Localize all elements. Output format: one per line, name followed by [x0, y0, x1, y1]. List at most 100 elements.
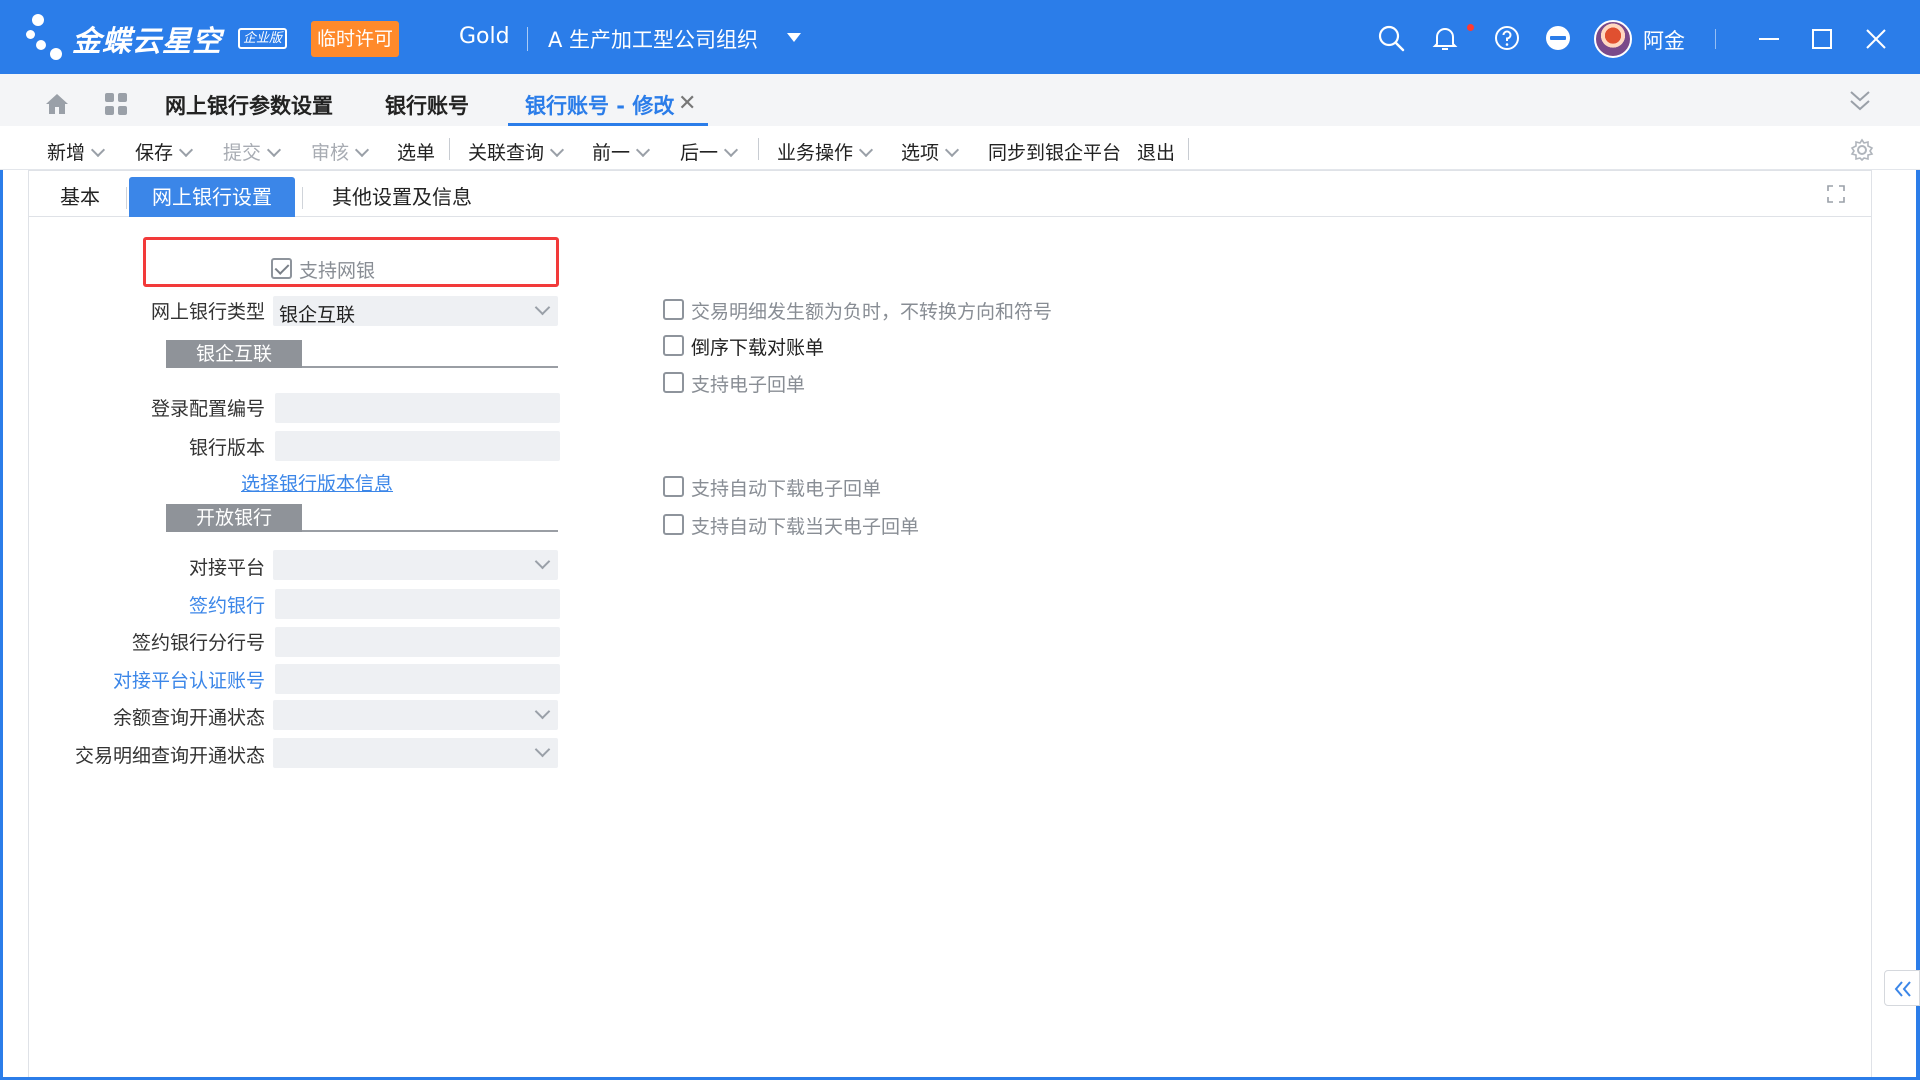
chevron-down-icon[interactable] — [266, 142, 282, 158]
chevron-down-icon[interactable] — [944, 142, 960, 158]
brand-name: 金蝶云星空 — [72, 24, 223, 58]
support-ereceipt-checkbox[interactable] — [663, 372, 684, 393]
chevron-down-icon[interactable] — [723, 142, 739, 158]
minimize-icon[interactable] — [1755, 25, 1783, 53]
contract-bank-label[interactable]: 签约银行 — [189, 591, 265, 618]
login-config-field[interactable] — [275, 393, 560, 423]
options-button[interactable]: 选项 — [901, 138, 960, 165]
prev-label: 前一 — [592, 142, 631, 164]
detail-status-select[interactable] — [273, 738, 558, 768]
section-header-bank-enterprise: 银企互联 — [166, 340, 558, 368]
reverse-download-label: 倒序下载对账单 — [691, 337, 825, 359]
auto-download-ereceipt-checkbox[interactable] — [663, 476, 684, 497]
next-button[interactable]: 后一 — [680, 138, 739, 165]
divider — [527, 27, 528, 51]
chevron-down-icon[interactable] — [534, 299, 551, 316]
bank-version-field[interactable] — [275, 431, 560, 461]
business-ops-button[interactable]: 业务操作 — [777, 138, 874, 165]
auto-download-today-label: 支持自动下载当天电子回单 — [691, 516, 920, 538]
chevron-down-icon[interactable] — [534, 553, 551, 570]
support-ereceipt-label: 支持电子回单 — [691, 374, 806, 396]
title-bar: 金蝶云星空 企业版 临时许可 Gold A 生产加工型公司组织 阿金 — [0, 0, 1920, 74]
chevron-down-icon[interactable] — [90, 142, 106, 158]
netbank-type-value: 银企互联 — [279, 304, 356, 326]
negative-no-convert-label: 交易明细发生额为负时，不转换方向和符号 — [691, 301, 1053, 323]
section-title: 开放银行 — [166, 504, 302, 532]
balance-status-label: 余额查询开通状态 — [112, 707, 265, 729]
related-query-button[interactable]: 关联查询 — [468, 138, 565, 165]
kingdee-logo-icon — [24, 8, 74, 68]
chevron-down-icon[interactable] — [534, 741, 551, 758]
contract-bank-field[interactable] — [275, 589, 560, 619]
tab-netbank-settings[interactable]: 网上银行设置 — [129, 177, 295, 217]
balance-status-select[interactable] — [273, 700, 558, 730]
product-label[interactable]: Gold — [459, 24, 510, 49]
grid-icon[interactable] — [104, 92, 128, 116]
login-config-label: 登录配置编号 — [150, 398, 265, 420]
avatar[interactable] — [1594, 20, 1632, 58]
help-icon[interactable] — [1493, 24, 1521, 52]
tab-close-icon[interactable]: ✕ — [678, 93, 696, 115]
side-panel-toggle[interactable] — [1884, 970, 1920, 1006]
save-button[interactable]: 保存 — [135, 138, 194, 165]
tab-bank-account-edit[interactable]: 银行账号 - 修改 — [525, 90, 674, 120]
window-border — [0, 74, 3, 1080]
gear-icon[interactable] — [1850, 138, 1874, 162]
home-icon[interactable] — [44, 92, 70, 116]
chevron-double-down-icon[interactable] — [1845, 88, 1875, 114]
support-netbank-checkbox[interactable] — [271, 258, 292, 279]
select-button[interactable]: 选单 — [397, 138, 435, 165]
maximize-icon[interactable] — [1808, 25, 1836, 53]
chevron-down-icon[interactable] — [635, 142, 651, 158]
bell-icon[interactable] — [1431, 24, 1459, 52]
tab-netbank-params[interactable]: 网上银行参数设置 — [165, 90, 333, 120]
audit-label: 审核 — [311, 142, 350, 164]
divider — [1715, 29, 1716, 49]
negative-no-convert-checkbox[interactable] — [663, 299, 684, 320]
auto-download-today-checkbox[interactable] — [663, 514, 684, 535]
chevron-down-icon[interactable] — [549, 142, 565, 158]
tab-basic[interactable]: 基本 — [42, 177, 118, 217]
prev-button[interactable]: 前一 — [592, 138, 651, 165]
divider — [302, 187, 303, 209]
exit-button[interactable]: 退出 — [1137, 138, 1175, 165]
netbank-type-select[interactable]: 银企互联 — [273, 296, 558, 326]
related-label: 关联查询 — [468, 142, 545, 164]
org-dropdown-icon[interactable] — [787, 33, 801, 42]
submit-button[interactable]: 提交 — [223, 138, 282, 165]
section-header-open-banking: 开放银行 — [166, 504, 558, 532]
toolbar: 新增 保存 提交 审核 选单 关联查询 前一 后一 业务操作 选项 同步到银企平… — [0, 126, 1920, 170]
expand-icon[interactable] — [1826, 184, 1846, 204]
divider — [126, 187, 127, 209]
chevron-down-icon[interactable] — [178, 142, 194, 158]
chevron-down-icon[interactable] — [354, 142, 370, 158]
new-label: 新增 — [47, 142, 86, 164]
divider — [449, 138, 450, 160]
options-label: 选项 — [901, 142, 940, 164]
close-icon[interactable] — [1862, 25, 1890, 53]
auto-download-ereceipt-label: 支持自动下载电子回单 — [691, 478, 882, 500]
reverse-download-checkbox[interactable] — [663, 335, 684, 356]
chevron-down-icon[interactable] — [858, 142, 874, 158]
sync-to-platform-button[interactable]: 同步到银企平台 — [988, 138, 1121, 165]
platform-account-label[interactable]: 对接平台认证账号 — [113, 666, 265, 693]
user-name[interactable]: 阿金 — [1643, 25, 1685, 55]
audit-button[interactable]: 审核 — [311, 138, 370, 165]
divider — [1188, 138, 1189, 160]
new-button[interactable]: 新增 — [47, 138, 106, 165]
chevron-down-icon[interactable] — [534, 703, 551, 720]
org-selector[interactable]: A 生产加工型公司组织 — [548, 24, 758, 54]
license-badge[interactable]: 临时许可 — [311, 21, 399, 57]
window-border — [1916, 74, 1920, 1080]
tab-other-settings[interactable]: 其他设置及信息 — [312, 177, 492, 217]
submit-label: 提交 — [223, 142, 262, 164]
contract-branch-field[interactable] — [275, 627, 560, 657]
select-bank-version-link[interactable]: 选择银行版本信息 — [241, 469, 393, 496]
sub-tab-bar: 基本 网上银行设置 其他设置及信息 — [28, 173, 1872, 217]
tab-bank-account[interactable]: 银行账号 — [385, 90, 469, 120]
minus-circle-icon[interactable] — [1544, 24, 1572, 52]
search-icon[interactable] — [1377, 24, 1405, 52]
platform-account-field[interactable] — [275, 664, 560, 694]
chevron-double-left-icon[interactable] — [1893, 980, 1913, 998]
platform-select[interactable] — [273, 550, 558, 580]
